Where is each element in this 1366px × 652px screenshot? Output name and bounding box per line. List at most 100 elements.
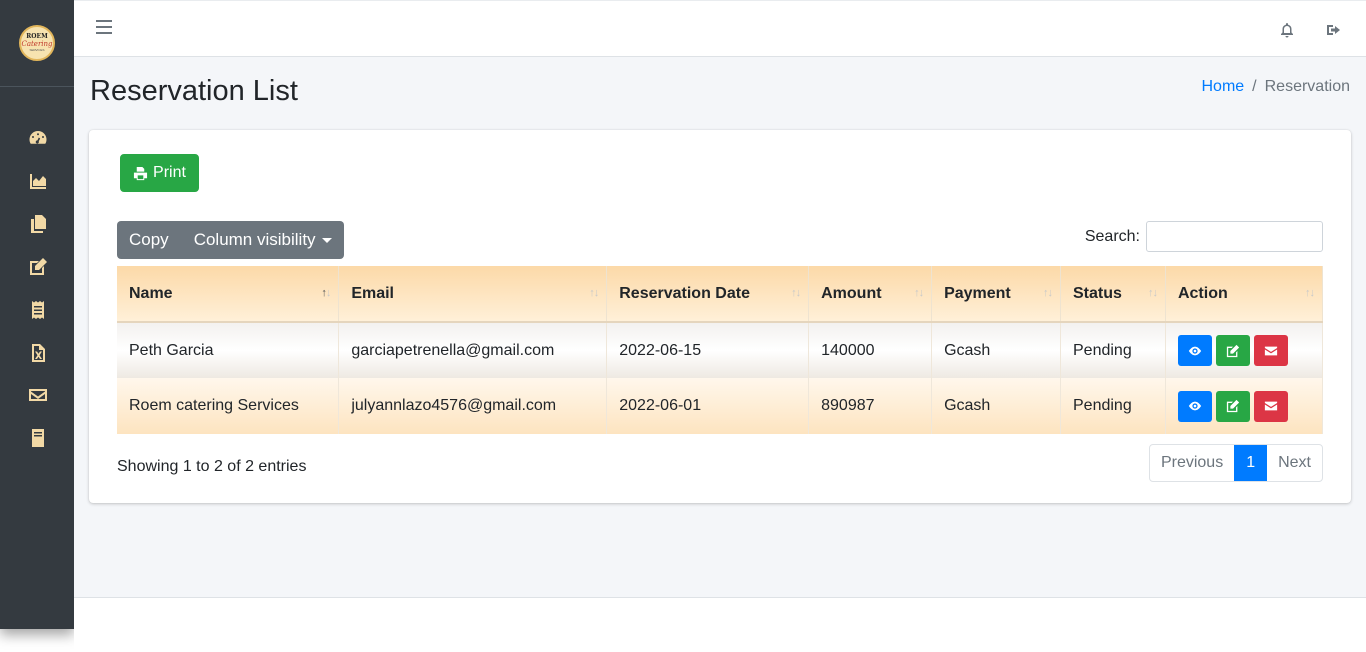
column-visibility-label: Column visibility [193, 230, 316, 249]
hamburger-icon[interactable] [96, 20, 112, 38]
search-input[interactable] [1146, 221, 1323, 252]
edit-icon [30, 258, 47, 275]
cell-name: Peth Garcia [117, 322, 340, 378]
brand-area[interactable]: ROEM Catering SERVICES [0, 0, 74, 87]
sidebar-item-documents[interactable] [27, 213, 49, 235]
table-row: Peth Garcia garciapetrenella@gmail.com 2… [117, 322, 1324, 378]
copy-button[interactable]: Copy [117, 221, 182, 259]
cell-reservation-date: 2022-06-15 [606, 322, 810, 378]
book-icon [32, 429, 44, 447]
logout-button[interactable] [1324, 20, 1344, 40]
cell-actions [1165, 322, 1324, 378]
column-header-amount[interactable]: Amount ↑↓ [808, 266, 933, 323]
cell-email: garciapetrenella@gmail.com [338, 322, 608, 378]
sidebar-item-export[interactable] [27, 342, 49, 364]
sort-icon: ↑↓ [791, 287, 801, 299]
breadcrumb-current: Reservation [1264, 78, 1350, 95]
email-button[interactable] [1253, 335, 1288, 366]
view-button[interactable] [1177, 390, 1212, 422]
sort-icon: ↑↓ [914, 287, 924, 299]
envelope-icon [1264, 401, 1278, 411]
print-label: Print [153, 164, 186, 181]
eye-icon [1188, 401, 1202, 411]
export-button-group: Copy Column visibility [117, 221, 344, 259]
print-icon [133, 166, 148, 180]
breadcrumb-home-link[interactable]: Home [1201, 78, 1244, 96]
sidebar-item-messages[interactable] [27, 384, 49, 406]
column-header-payment[interactable]: Payment ↑↓ [931, 266, 1061, 323]
sidebar-item-receipts[interactable] [27, 299, 49, 321]
cell-name: Roem catering Services [117, 378, 340, 434]
envelope-icon [1264, 346, 1278, 355]
pagination: Previous 1 Next [1148, 444, 1323, 482]
area-chart-icon [30, 174, 46, 189]
edit-icon [1226, 344, 1240, 357]
print-button[interactable]: Print [120, 154, 199, 192]
breadcrumb-separator: / [1252, 78, 1257, 95]
next-page-button[interactable]: Next [1267, 445, 1322, 481]
column-visibility-button[interactable]: Column visibility [182, 221, 344, 259]
logo-text-script: Catering [21, 40, 53, 48]
bell-icon [1281, 23, 1293, 38]
sign-out-icon [1327, 25, 1340, 35]
sort-icon: ↑↓ [1043, 287, 1053, 299]
column-header-status[interactable]: Status ↑↓ [1060, 266, 1166, 323]
email-button[interactable] [1253, 390, 1288, 422]
cell-amount: 140000 [808, 322, 933, 378]
column-header-name[interactable]: Name ↑↓ [117, 266, 340, 323]
top-navbar [74, 0, 1366, 57]
copy-icon [31, 215, 46, 233]
sidebar-item-reports[interactable] [27, 170, 49, 192]
cell-actions [1165, 378, 1324, 434]
sidebar-item-dashboard[interactable] [27, 127, 49, 149]
breadcrumb: Home / Reservation [1201, 78, 1350, 96]
cell-status: Pending [1060, 322, 1166, 378]
cell-payment: Gcash [931, 322, 1061, 378]
caret-down-icon [321, 237, 332, 243]
column-label: Reservation Date [619, 284, 750, 302]
sort-icon: ↑↓ [1147, 287, 1158, 299]
edit-button[interactable] [1215, 390, 1250, 422]
notifications-button[interactable] [1277, 20, 1297, 40]
cell-amount: 890987 [808, 378, 933, 434]
cell-email: julyannlazo4576@gmail.com [338, 378, 608, 434]
sidebar-item-records[interactable] [27, 427, 49, 449]
column-label: Amount [821, 284, 882, 302]
sort-icon: ↑↓ [321, 287, 331, 299]
column-header-reservation-date[interactable]: Reservation Date ↑↓ [606, 266, 810, 323]
table-header-row: Name ↑↓ Email ↑↓ Reservation Date ↑↓ Amount… [117, 266, 1324, 323]
table-info: Showing 1 to 2 of 2 entries [117, 458, 307, 475]
sort-icon: ↑↓ [589, 287, 599, 299]
column-label: Email [351, 284, 394, 302]
column-label: Action [1177, 284, 1228, 302]
column-label: Payment [944, 284, 1011, 302]
view-button[interactable] [1177, 335, 1212, 366]
column-label: Name [129, 284, 173, 302]
page-title: Reservation List [90, 75, 298, 107]
edit-button[interactable] [1215, 335, 1250, 366]
page-footer [74, 597, 1366, 652]
brand-logo[interactable]: ROEM Catering SERVICES [19, 25, 55, 61]
sidebar: ROEM Catering SERVICES [0, 0, 74, 629]
excel-file-icon [32, 344, 45, 362]
search-label: Search: [1084, 227, 1140, 245]
sidebar-item-reservation[interactable] [27, 256, 49, 278]
column-header-action[interactable]: Action ↑↓ [1165, 266, 1324, 323]
receipt-icon [32, 301, 44, 319]
copy-label: Copy [129, 230, 169, 249]
eye-icon [1188, 346, 1202, 355]
previous-page-button[interactable]: Previous [1150, 445, 1234, 481]
cell-status: Pending [1060, 378, 1166, 434]
column-header-email[interactable]: Email ↑↓ [338, 266, 608, 323]
logo-text-bottom: SERVICES [29, 48, 45, 52]
dashboard-icon [29, 131, 47, 144]
content-wrapper: Reservation List Home / Reservation Prin… [74, 57, 1366, 597]
cell-payment: Gcash [931, 378, 1061, 434]
column-label: Status [1073, 284, 1122, 302]
envelope-icon [29, 389, 47, 401]
page-1-button[interactable]: 1 [1234, 445, 1268, 481]
table-search: Search: [1085, 221, 1323, 252]
table-row: Roem catering Services julyannlazo4576@g… [117, 378, 1324, 434]
reservation-table: Name ↑↓ Email ↑↓ Reservation Date ↑↓ Amount… [117, 266, 1324, 434]
reservation-card: Print Copy Column visibility Search: Nam… [89, 130, 1351, 503]
